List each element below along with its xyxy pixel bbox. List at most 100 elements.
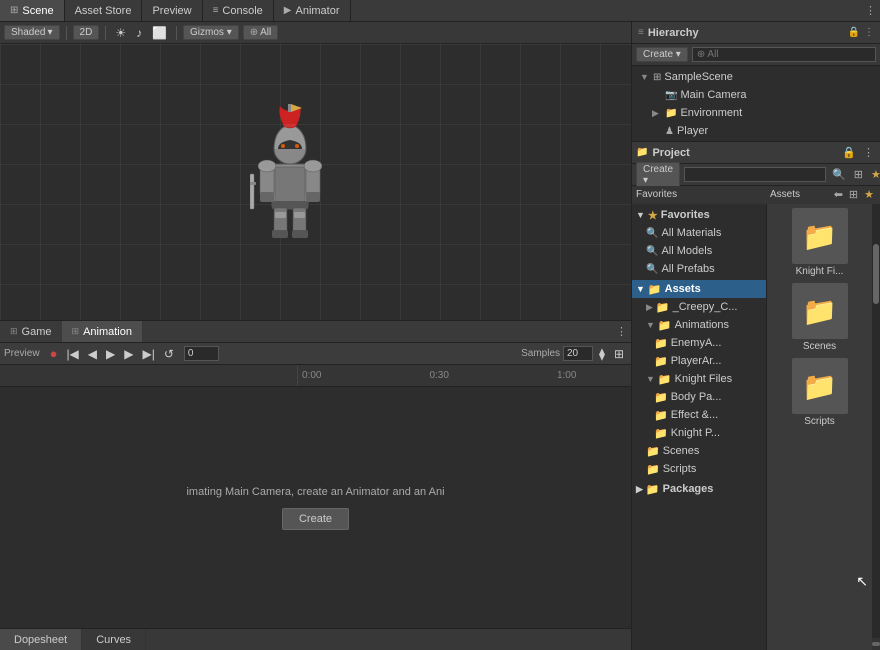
- folder-animations[interactable]: ▼ 📁 Animations: [632, 316, 766, 334]
- prev-frame-btn[interactable]: ◀: [85, 347, 100, 361]
- asset-scenes[interactable]: 📁 Scenes: [771, 283, 868, 352]
- col-action-1[interactable]: ⬅: [832, 188, 845, 201]
- asset-knight-files[interactable]: 📁 Knight Fi...: [771, 208, 868, 277]
- add-keyframe-btn[interactable]: ⧫: [596, 347, 608, 361]
- player-label: Player: [677, 125, 708, 137]
- anim-tab-icon: ⊞: [72, 326, 80, 337]
- prev-keyframe-btn[interactable]: |◀: [63, 347, 81, 361]
- folder-body-parts[interactable]: 📁 Body Pa...: [632, 388, 766, 406]
- scene-toolbar: Shaded ▾ 2D ☀ ♪ ⬜ Gizmos ▾ ⊕ All: [0, 22, 631, 44]
- tab-console[interactable]: ≡ Console: [203, 0, 274, 21]
- project-search-input[interactable]: [684, 167, 826, 182]
- hierarchy-create-label: Create ▾: [643, 49, 681, 60]
- samples-input[interactable]: [563, 346, 593, 361]
- camera-icon: 📷: [665, 90, 677, 101]
- project-menu-btn[interactable]: ⋮: [861, 146, 876, 159]
- curves-tab[interactable]: Curves: [82, 629, 146, 650]
- play-btn[interactable]: ▶: [103, 347, 118, 361]
- hierarchy-search-input[interactable]: [692, 47, 876, 62]
- col-action-2[interactable]: ⊞: [847, 188, 860, 201]
- folder-knight-files[interactable]: ▼ 📁 Knight Files: [632, 370, 766, 388]
- packages-label: Packages: [663, 483, 714, 495]
- loop-btn[interactable]: ↺: [161, 347, 177, 361]
- fav-all-prefabs[interactable]: 🔍 All Prefabs: [632, 260, 766, 278]
- tab-asset-store[interactable]: Asset Store: [65, 0, 143, 21]
- timeline-left: [0, 365, 298, 386]
- project-search-icon-btn[interactable]: 🔍: [830, 168, 848, 181]
- folder-effect[interactable]: 📁 Effect &...: [632, 406, 766, 424]
- folder-scripts[interactable]: 📁 Scripts: [632, 460, 766, 478]
- project-create-label: Create ▾: [643, 164, 673, 186]
- project-tree: ▼ ★ Favorites 🔍 All Materials 🔍 All Mode…: [632, 204, 767, 650]
- tab-game[interactable]: ⊞ Game: [0, 321, 62, 342]
- col-action-star[interactable]: ★: [862, 188, 876, 201]
- project-create-btn[interactable]: Create ▾: [636, 162, 680, 188]
- animation-panel: ⊞ Game ⊞ Animation ⋮ Preview ● |◀ ◀ ▶ ▶ …: [0, 320, 631, 650]
- animation-tabs: ⊞ Game ⊞ Animation ⋮: [0, 321, 631, 343]
- hierarchy-create-btn[interactable]: Create ▾: [636, 47, 688, 62]
- tab-animation[interactable]: ⊞ Animation: [62, 321, 142, 342]
- add-event-btn[interactable]: ⊞: [611, 347, 627, 361]
- top-tab-bar: ⊞ Scene Asset Store Preview ≡ Console ▶ …: [0, 0, 880, 22]
- audio-icon-btn[interactable]: ♪: [133, 26, 145, 40]
- preview-tab-label: Preview: [152, 5, 191, 17]
- project-star-btn[interactable]: ★: [869, 168, 880, 181]
- knight-folder-icon: 📁: [658, 373, 672, 386]
- record-btn[interactable]: ●: [47, 346, 61, 361]
- anim-tab-collapse[interactable]: ⋮: [612, 321, 631, 342]
- hierarchy-main-camera[interactable]: 📷 Main Camera: [632, 86, 880, 104]
- folder-player[interactable]: 📁 PlayerAr...: [632, 352, 766, 370]
- all-tag-dropdown[interactable]: ⊕ All: [243, 25, 279, 40]
- fx-icon-btn[interactable]: ⬜: [149, 26, 170, 40]
- hierarchy-sample-scene[interactable]: ▼ ⊞ SampleScene: [632, 68, 880, 86]
- shaded-label: Shaded: [11, 27, 45, 38]
- tab-scene[interactable]: ⊞ Scene: [0, 0, 65, 21]
- project-header: 📁 Project 🔒 ⋮: [632, 142, 880, 164]
- creepy-icon: 📁: [656, 301, 670, 314]
- project-filter-btn[interactable]: ⊞: [852, 168, 865, 181]
- assets-section-header[interactable]: ▼ 📁 Assets: [632, 280, 766, 298]
- fav-all-materials[interactable]: 🔍 All Materials: [632, 224, 766, 242]
- scene-canvas[interactable]: [0, 44, 631, 320]
- project-title: Project: [652, 147, 689, 159]
- next-keyframe-btn[interactable]: ▶|: [140, 347, 158, 361]
- project-scroll-slider[interactable]: [872, 638, 880, 650]
- project-columns-header: Favorites Assets ⬅ ⊞ ★: [632, 186, 880, 204]
- tab-preview[interactable]: Preview: [142, 0, 202, 21]
- create-animator-btn[interactable]: Create: [282, 508, 349, 530]
- hierarchy-menu-btn[interactable]: ⋮: [864, 27, 874, 38]
- body-folder-icon: 📁: [654, 391, 668, 404]
- tab-animator[interactable]: ▶ Animator: [274, 0, 351, 21]
- fav-all-models[interactable]: 🔍 All Models: [632, 242, 766, 260]
- hierarchy-lock-btn[interactable]: 🔒: [848, 27, 860, 38]
- time-input[interactable]: [184, 346, 219, 361]
- all-tag-label: All: [260, 27, 271, 38]
- hierarchy-environment[interactable]: ▶ 📁 Environment: [632, 104, 880, 122]
- sun-icon-btn[interactable]: ☀: [112, 26, 129, 40]
- hierarchy-player[interactable]: ♟ Player: [632, 122, 880, 140]
- dopesheet-tab[interactable]: Dopesheet: [0, 629, 82, 650]
- assets-col-label: Assets: [770, 189, 828, 200]
- prefab-search-icon: 🔍: [646, 264, 658, 275]
- folder-knight-p[interactable]: 📁 Knight P...: [632, 424, 766, 442]
- asset-scripts[interactable]: 📁 Scripts: [771, 358, 868, 427]
- gizmos-dropdown[interactable]: Gizmos ▾: [183, 25, 239, 40]
- knight-thumb-box: 📁: [792, 208, 848, 264]
- tab-collapse-btn[interactable]: ⋮: [861, 0, 880, 21]
- assets-arrow: ▼: [636, 284, 645, 294]
- folder-scenes[interactable]: 📁 Scenes: [632, 442, 766, 460]
- anim-label: Animations: [675, 319, 729, 331]
- folder-creepy[interactable]: ▶ 📁 _Creepy_C...: [632, 298, 766, 316]
- shaded-dropdown[interactable]: Shaded ▾: [4, 25, 60, 40]
- toolbar-divider-3: [176, 26, 177, 40]
- scene-tab-label: Scene: [22, 5, 53, 17]
- next-frame-btn[interactable]: ▶: [121, 347, 136, 361]
- project-scrollbar[interactable]: [872, 204, 880, 650]
- mode-2d-btn[interactable]: 2D: [73, 25, 100, 40]
- folder-enemy[interactable]: 📁 EnemyA...: [632, 334, 766, 352]
- project-lock-btn[interactable]: 🔒: [840, 146, 858, 159]
- all-tag-icon: ⊕: [250, 27, 258, 38]
- favorites-section-header[interactable]: ▼ ★ Favorites: [632, 206, 766, 224]
- toolbar-divider-1: [66, 26, 67, 40]
- packages-section-header[interactable]: ▶ 📁 Packages: [632, 480, 766, 498]
